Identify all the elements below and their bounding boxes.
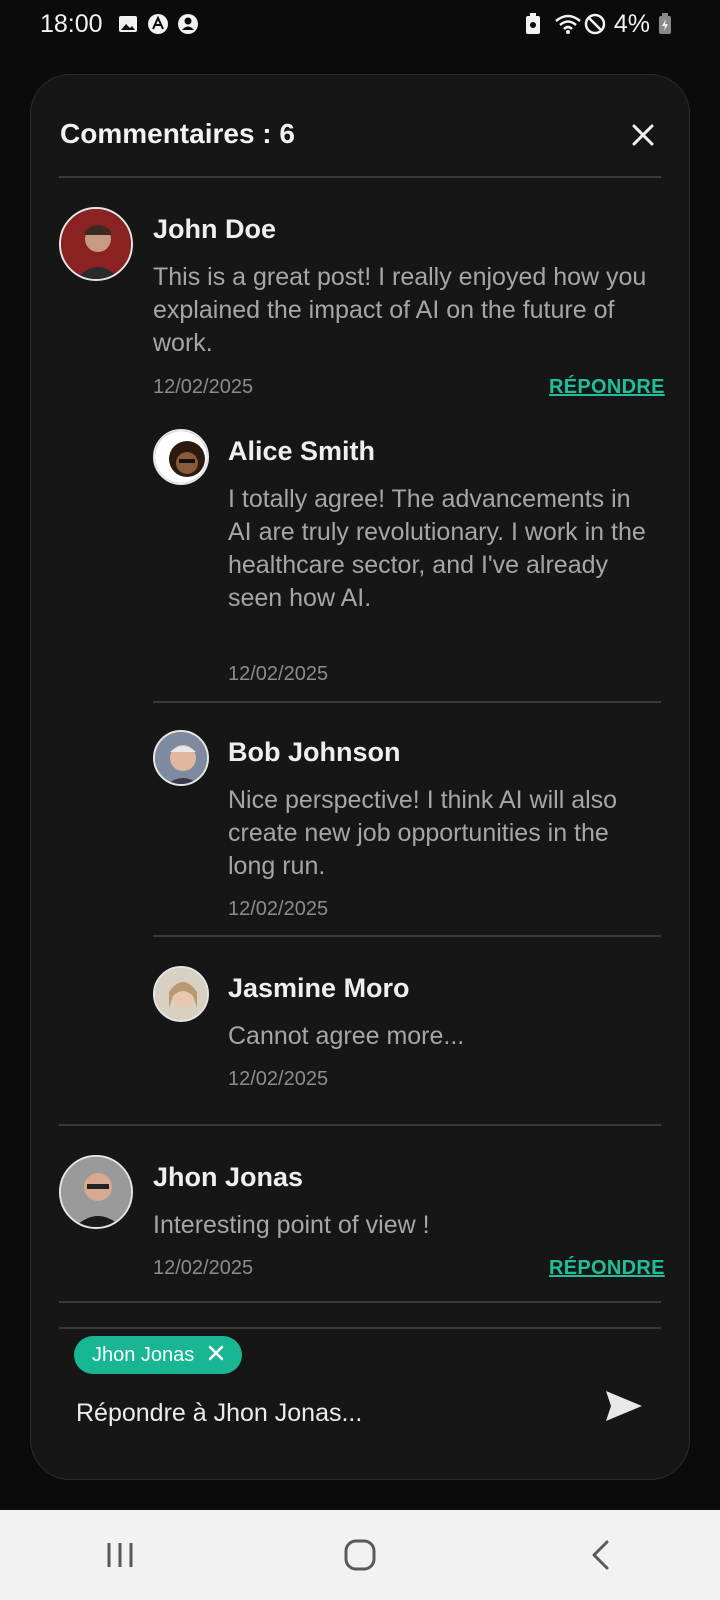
reply-text: I totally agree! The advancements in AI …	[228, 485, 646, 612]
comment-divider	[59, 1301, 661, 1303]
status-left: 18:00	[40, 10, 199, 39]
battery-percent: 4%	[613, 9, 650, 38]
battery-saver-icon	[524, 13, 546, 35]
reply-author[interactable]: Bob Johnson	[228, 737, 400, 768]
close-icon	[209, 1345, 224, 1360]
comment-text: This is a great post! I really enjoyed h…	[153, 263, 647, 357]
wifi-icon	[554, 13, 581, 35]
remove-tag-button[interactable]	[208, 1344, 224, 1367]
comment-date: 12/02/2025	[153, 376, 254, 398]
battery-charging-icon	[658, 13, 680, 35]
send-button[interactable]	[600, 1384, 648, 1428]
reply-text: Nice perspective! I think AI will also c…	[228, 786, 618, 880]
reply-tag-label: Jhon Jonas	[92, 1343, 195, 1366]
close-icon	[632, 124, 654, 146]
send-icon	[606, 1391, 642, 1421]
reply-date: 12/02/2025	[228, 1068, 329, 1090]
reply-author[interactable]: Alice Smith	[228, 436, 375, 467]
recent-apps-icon	[107, 1543, 133, 1567]
avatar[interactable]	[153, 730, 209, 786]
reply-input[interactable]	[76, 1392, 576, 1434]
image-icon	[117, 13, 139, 35]
status-right: 4%	[524, 10, 680, 39]
comment-text: Interesting point of view !	[153, 1211, 430, 1239]
system-nav-bar	[0, 1510, 720, 1600]
home-button[interactable]	[330, 1525, 390, 1585]
avatar[interactable]	[59, 207, 133, 281]
account-icon	[177, 13, 199, 35]
reply-divider	[153, 935, 661, 937]
status-time: 18:00	[40, 9, 103, 38]
reply-date: 12/02/2025	[228, 898, 329, 920]
avatar[interactable]	[153, 429, 209, 485]
home-icon	[344, 1539, 376, 1571]
status-bar: 18:00 4%	[0, 0, 720, 48]
recent-apps-button[interactable]	[90, 1525, 150, 1585]
comment-divider	[59, 1124, 661, 1126]
sheet-title: Commentaires : 6	[60, 118, 295, 149]
comment-author[interactable]: John Doe	[153, 214, 276, 245]
avatar[interactable]	[59, 1155, 133, 1229]
reply-tag-chip: Jhon Jonas	[74, 1336, 243, 1374]
back-button[interactable]	[570, 1525, 630, 1585]
header-divider	[59, 176, 661, 178]
close-button[interactable]	[626, 118, 660, 152]
reply-divider	[153, 701, 661, 703]
comment-date: 12/02/2025	[153, 1257, 254, 1279]
input-divider	[59, 1327, 661, 1329]
reply-button[interactable]: RÉPONDRE	[549, 1257, 665, 1280]
reply-text: Cannot agree more...	[228, 1022, 465, 1050]
avatar[interactable]	[153, 966, 209, 1022]
comment-author[interactable]: Jhon Jonas	[153, 1162, 303, 1193]
do-not-disturb-icon	[584, 13, 606, 35]
reply-button[interactable]: RÉPONDRE	[549, 376, 665, 399]
back-icon	[592, 1540, 609, 1570]
reply-author[interactable]: Jasmine Moro	[228, 973, 410, 1004]
reply-date: 12/02/2025	[228, 663, 329, 685]
app-icon	[147, 13, 169, 35]
